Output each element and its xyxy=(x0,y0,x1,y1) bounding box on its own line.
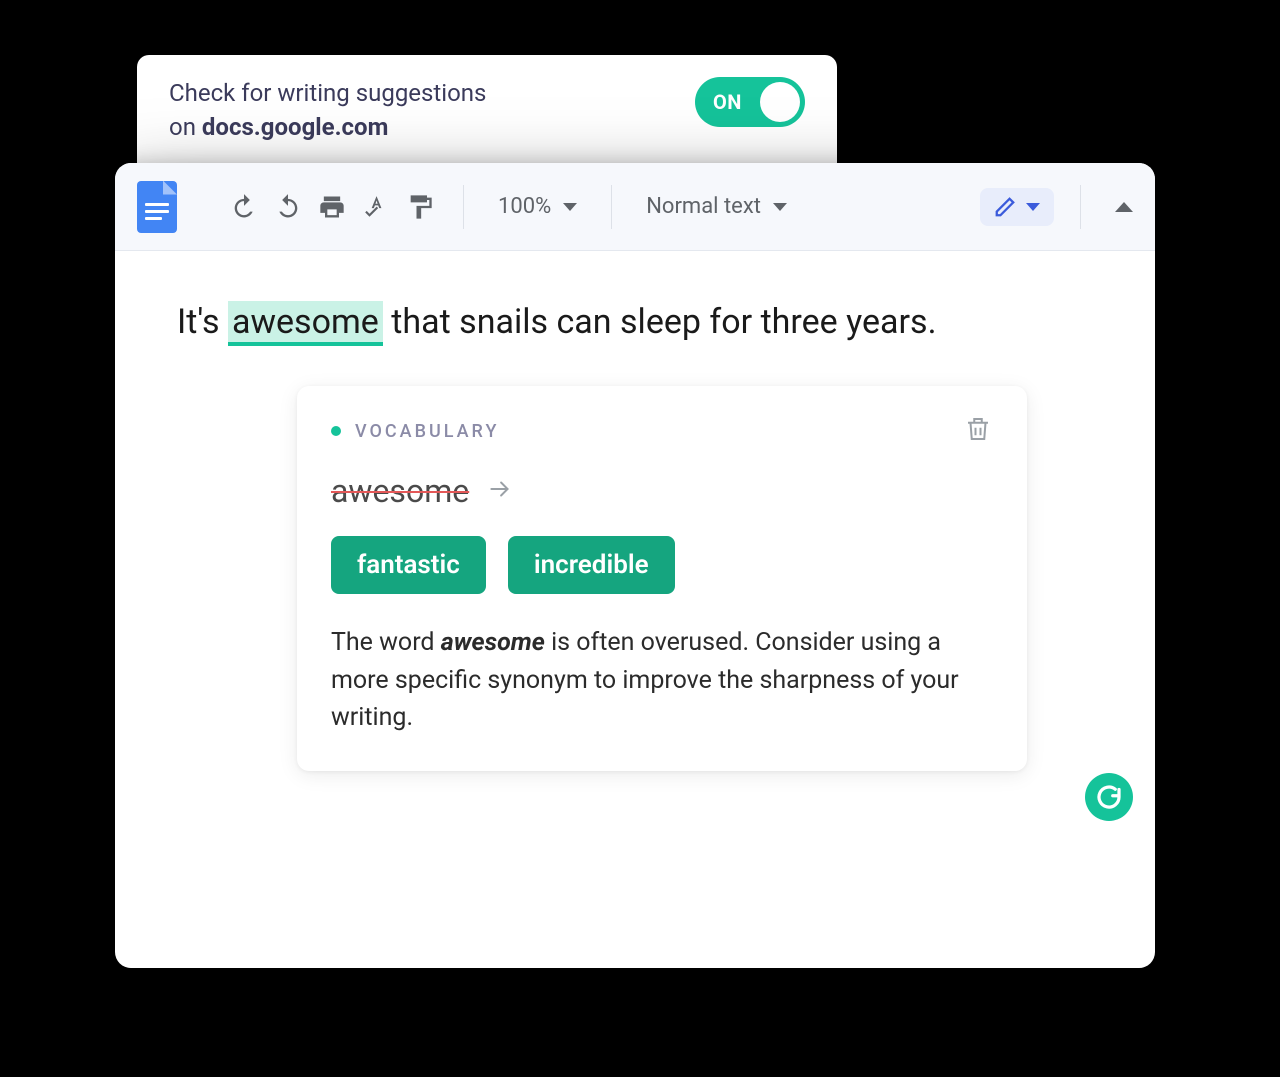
toolbar-separator xyxy=(611,185,612,229)
chevron-down-icon xyxy=(1026,203,1040,211)
docs-icon[interactable] xyxy=(137,181,177,233)
dismiss-button[interactable] xyxy=(963,414,993,448)
arrow-right-icon xyxy=(487,476,513,506)
spellcheck-button[interactable] xyxy=(359,190,393,224)
zoom-value: 100% xyxy=(498,194,551,219)
collapse-toolbar-button[interactable] xyxy=(1115,202,1133,212)
toolbar-separator xyxy=(1080,185,1081,229)
undo-button[interactable] xyxy=(227,190,261,224)
replacement-chip[interactable]: fantastic xyxy=(331,536,486,594)
highlighted-word[interactable]: awesome xyxy=(228,301,383,346)
toolbar: 100% Normal text xyxy=(115,163,1155,251)
suggestion-category: VOCABULARY xyxy=(331,421,499,442)
text-suffix: that snails can sleep for three years. xyxy=(383,302,937,342)
suggestions-toggle[interactable]: ON xyxy=(695,77,805,127)
print-button[interactable] xyxy=(315,190,349,224)
document-body[interactable]: It's awesome that snails can sleep for t… xyxy=(115,251,1155,841)
editor-window: 100% Normal text It's awesome that snail… xyxy=(115,163,1155,968)
style-value: Normal text xyxy=(646,194,761,219)
document-text[interactable]: It's awesome that snails can sleep for t… xyxy=(177,297,1093,348)
settings-line1: Check for writing suggestions xyxy=(169,79,486,107)
style-dropdown[interactable]: Normal text xyxy=(638,194,795,219)
toolbar-separator xyxy=(463,185,464,229)
replacement-chip[interactable]: incredible xyxy=(508,536,675,594)
editing-mode-button[interactable] xyxy=(980,188,1054,226)
settings-line2-prefix: on xyxy=(169,113,202,141)
category-dot-icon xyxy=(331,426,341,436)
original-word: awesome xyxy=(331,472,469,510)
desc-prefix: The word xyxy=(331,628,441,657)
chevron-down-icon xyxy=(773,203,787,211)
settings-domain: docs.google.com xyxy=(202,113,388,141)
zoom-dropdown[interactable]: 100% xyxy=(490,194,585,219)
suggestion-card: VOCABULARY awesome fantastic incredible xyxy=(297,386,1027,771)
suggestion-description: The word awesome is often overused. Cons… xyxy=(331,624,993,737)
category-label: VOCABULARY xyxy=(355,421,499,442)
settings-text: Check for writing suggestions on docs.go… xyxy=(169,77,486,144)
chevron-down-icon xyxy=(563,203,577,211)
toggle-knob xyxy=(760,82,800,122)
paint-format-button[interactable] xyxy=(403,190,437,224)
grammarly-badge[interactable] xyxy=(1085,773,1133,821)
text-prefix: It's xyxy=(177,302,228,342)
desc-bold: awesome xyxy=(441,628,545,657)
redo-button[interactable] xyxy=(271,190,305,224)
toggle-label: ON xyxy=(713,90,742,114)
